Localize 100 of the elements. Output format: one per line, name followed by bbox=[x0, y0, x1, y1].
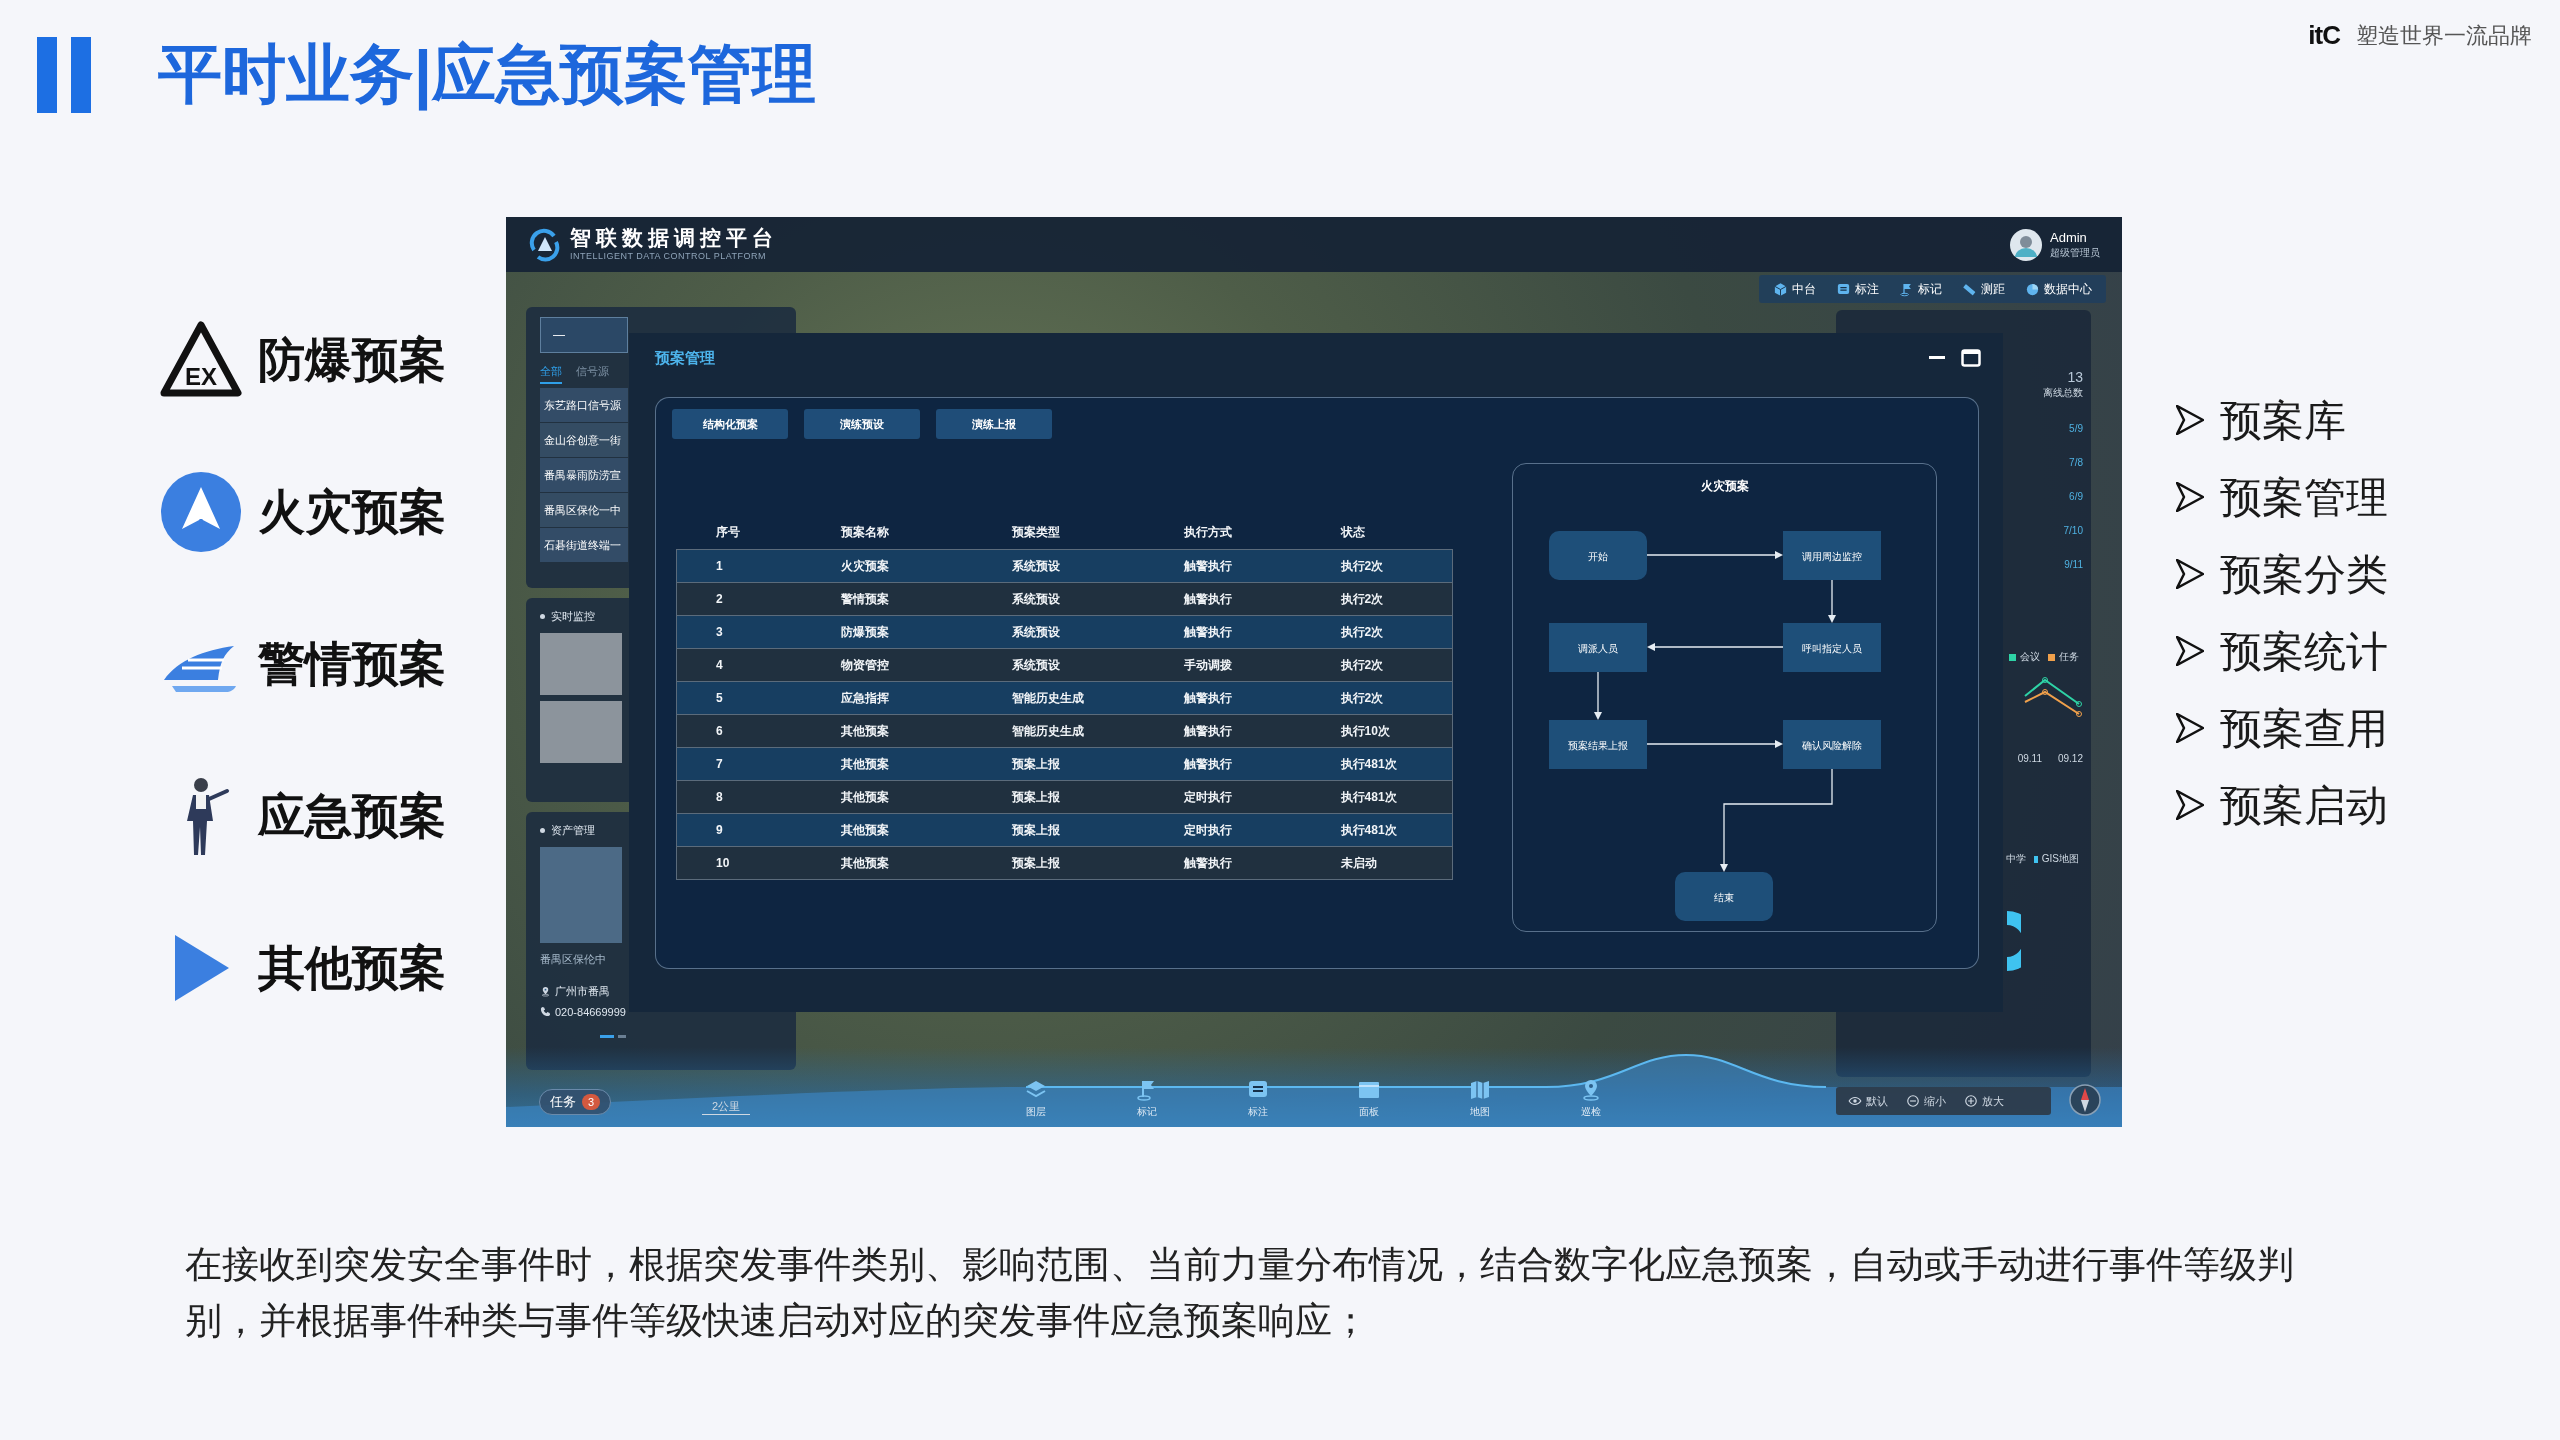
table-cell: 其他预案 bbox=[841, 846, 1013, 879]
arrowhead-icon bbox=[2176, 713, 2204, 743]
table-cell: 执行2次 bbox=[1340, 549, 1453, 582]
arrowhead-icon bbox=[2176, 636, 2204, 666]
flow-node: 调派人员 bbox=[1549, 623, 1647, 672]
brand-slogan: 塑造世界一流品牌 bbox=[2356, 22, 2532, 50]
dock-button[interactable]: 巡检 bbox=[1561, 1078, 1621, 1119]
table-cell: 防爆预案 bbox=[841, 615, 1013, 648]
filter-tab[interactable]: 全部 bbox=[540, 361, 562, 384]
flow-node: 确认风险解除 bbox=[1783, 720, 1881, 769]
phone-icon bbox=[540, 1006, 551, 1018]
table-cell: 系统预设 bbox=[1012, 615, 1184, 648]
action-button[interactable]: 演练上报 bbox=[936, 409, 1052, 439]
search-field[interactable]: — bbox=[540, 317, 628, 353]
filter-tab[interactable]: 信号源 bbox=[576, 361, 609, 384]
count-badge: 3 bbox=[582, 1094, 601, 1110]
dock-button[interactable]: 标记 bbox=[1117, 1078, 1177, 1119]
table-cell: 警情预案 bbox=[841, 582, 1013, 615]
table-cell: 执行481次 bbox=[1340, 747, 1453, 780]
table-cell: 触警执行 bbox=[1183, 615, 1341, 648]
zoom-out-icon bbox=[1906, 1094, 1920, 1108]
toolbar-button[interactable]: 标注 bbox=[1836, 280, 1879, 298]
signal-list-item[interactable]: 番禺暴雨防涝宣 bbox=[540, 457, 628, 492]
user-name: Admin bbox=[2050, 229, 2088, 245]
table-cell: 其他预案 bbox=[841, 780, 1013, 813]
toolbar-button[interactable]: 数据中心 bbox=[2025, 280, 2092, 298]
map-view-button[interactable]: 默认 bbox=[1848, 1092, 1888, 1110]
flag-icon bbox=[1899, 281, 1914, 297]
table-cell: 8 bbox=[676, 780, 842, 813]
table-cell: 其他预案 bbox=[841, 714, 1013, 747]
table-cell: 1 bbox=[676, 549, 842, 582]
column-header: 预案名称 bbox=[841, 515, 1013, 549]
slide-title: 平时业务|应急预案管理 bbox=[158, 37, 816, 113]
table-cell: 6 bbox=[676, 714, 842, 747]
toolbar-button[interactable]: 中台 bbox=[1773, 280, 1816, 298]
task-button[interactable]: 任务 3 bbox=[539, 1089, 612, 1115]
map-view-button[interactable]: 放大 bbox=[1964, 1092, 2004, 1110]
column-header: 状态 bbox=[1340, 515, 1453, 549]
table-cell: 执行2次 bbox=[1340, 582, 1453, 615]
legend-label: 中学 bbox=[2006, 852, 2026, 866]
cube-icon bbox=[1773, 281, 1788, 297]
ratio-value: 6/9 bbox=[2068, 490, 2083, 504]
location-pin-icon bbox=[540, 985, 551, 997]
platform-title: 智联数据调控平台 bbox=[570, 225, 778, 250]
table-cell: 其他预案 bbox=[841, 747, 1013, 780]
flow-node: 调用周边监控 bbox=[1783, 531, 1881, 580]
minimize-icon bbox=[1929, 356, 1945, 360]
column-header: 序号 bbox=[676, 515, 842, 549]
offline-total: 13 bbox=[2066, 368, 2083, 386]
bullet-dot bbox=[540, 827, 545, 833]
table-cell: 预案上报 bbox=[1012, 780, 1184, 813]
action-button[interactable]: 演练预设 bbox=[804, 409, 920, 439]
bullet-dot bbox=[540, 613, 545, 619]
table-cell: 7 bbox=[676, 747, 842, 780]
dock-button[interactable]: 面板 bbox=[1339, 1078, 1399, 1119]
toolbar-button[interactable]: 测距 bbox=[1962, 280, 2005, 298]
table-cell: 智能历史生成 bbox=[1012, 681, 1184, 714]
table-cell: 预案上报 bbox=[1012, 846, 1184, 879]
dialog-title: 预案管理 bbox=[655, 348, 715, 368]
arrowhead-icon bbox=[2176, 482, 2204, 512]
dock-button[interactable]: 标注 bbox=[1228, 1078, 1288, 1119]
signal-list-item[interactable]: 石碁街道终端一 bbox=[540, 527, 628, 562]
plan-type-label: 其他预案 bbox=[258, 939, 446, 996]
map-view-button[interactable]: 缩小 bbox=[1906, 1092, 1946, 1110]
dock-button[interactable]: 地图 bbox=[1450, 1078, 1510, 1119]
table-cell: 预案上报 bbox=[1012, 747, 1184, 780]
table-cell: 触警执行 bbox=[1183, 582, 1341, 615]
column-header: 执行方式 bbox=[1183, 515, 1341, 549]
action-button[interactable]: 结构化预案 bbox=[672, 409, 788, 439]
table-cell: 触警执行 bbox=[1183, 681, 1341, 714]
ratio-value: 7/10 bbox=[2062, 524, 2083, 538]
table-cell: 物资管控 bbox=[841, 648, 1013, 681]
section-title: 资产管理 bbox=[551, 823, 595, 838]
feature-item: 预案查用 bbox=[2220, 703, 2388, 754]
zoom-in-icon bbox=[1964, 1094, 1978, 1108]
table-cell: 执行2次 bbox=[1340, 681, 1453, 714]
asset-address: 广州市番禺 bbox=[555, 984, 610, 999]
plan-type-label: 警情预案 bbox=[258, 635, 446, 692]
table-cell: 9 bbox=[676, 813, 842, 846]
flowchart-title: 火灾预案 bbox=[1701, 479, 1749, 493]
flow-node: 预案结果上报 bbox=[1549, 720, 1647, 769]
plan-type-label: 防爆预案 bbox=[258, 331, 446, 388]
arrowhead-icon bbox=[2176, 790, 2204, 820]
avatar-icon bbox=[2010, 228, 2042, 261]
signal-list-item[interactable]: 金山谷创意一街 bbox=[540, 422, 628, 457]
ratio-value: 5/9 bbox=[2068, 422, 2083, 436]
arrowhead-icon bbox=[2176, 405, 2204, 435]
table-cell: 触警执行 bbox=[1183, 846, 1341, 879]
flow-arrow bbox=[1594, 671, 1602, 720]
flow-node: 结束 bbox=[1675, 872, 1773, 921]
plan-type-label: 应急预案 bbox=[258, 787, 446, 844]
signal-list-item[interactable]: 东艺路口信号源 bbox=[540, 387, 628, 422]
column-header: 预案类型 bbox=[1012, 515, 1184, 549]
table-cell: 触警执行 bbox=[1183, 747, 1341, 780]
signal-list-item[interactable]: 番禺区保伦一中 bbox=[540, 492, 628, 527]
dock-button[interactable]: 图层 bbox=[1006, 1078, 1066, 1119]
table-cell: 应急指挥 bbox=[841, 681, 1013, 714]
toolbar-button[interactable]: 标记 bbox=[1899, 280, 1942, 298]
axis-date: 09.11 bbox=[2017, 752, 2042, 766]
compass-icon[interactable] bbox=[2068, 1083, 2102, 1117]
